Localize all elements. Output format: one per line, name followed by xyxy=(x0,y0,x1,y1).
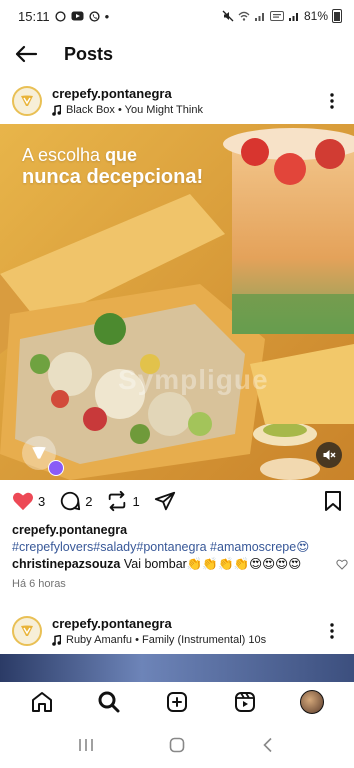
post-actions: 3 2 1 xyxy=(0,486,354,516)
back-icon[interactable] xyxy=(252,729,284,761)
bookmark-icon xyxy=(325,491,341,511)
system-nav-bar xyxy=(0,722,354,768)
watermark: Sympligue xyxy=(118,364,269,395)
caption-username[interactable]: crepefy.pontanegra xyxy=(12,522,348,539)
music-note-icon xyxy=(52,634,61,646)
profile-picture xyxy=(300,690,325,714)
send-button[interactable] xyxy=(154,490,176,512)
signal-icon xyxy=(254,10,266,22)
song-info[interactable]: Ruby Amanfu • Family (Instrumental) 10s xyxy=(52,634,322,646)
avatar[interactable] xyxy=(12,616,42,646)
mute-icon xyxy=(222,10,234,22)
signal-icon xyxy=(288,10,300,22)
more-options-icon[interactable] xyxy=(322,89,342,113)
create-post-icon[interactable] xyxy=(161,686,193,718)
like-count: 3 xyxy=(38,493,46,509)
volte-icon xyxy=(269,10,284,22)
reels-icon[interactable] xyxy=(229,686,261,718)
comment-icon xyxy=(61,491,81,511)
headline-line2: nunca decepciona! xyxy=(22,166,204,188)
send-icon xyxy=(154,491,175,511)
post-header: crepefy.pontanegra Black Box • You Might… xyxy=(0,78,354,124)
more-options-icon[interactable] xyxy=(322,619,342,643)
reel-badge-icon xyxy=(48,460,64,476)
comment-count: 2 xyxy=(85,493,93,509)
caption: crepefy.pontanegra #crepefylovers#salady… xyxy=(12,522,348,593)
notification-dot: • xyxy=(104,8,110,24)
post-time: Há 6 horas xyxy=(12,578,66,590)
status-time: 15:11 xyxy=(18,8,50,24)
recent-apps-icon[interactable] xyxy=(70,729,102,761)
avatar[interactable] xyxy=(12,86,42,116)
phone-icon xyxy=(88,10,100,22)
headline-bold: que xyxy=(105,145,138,165)
bottom-nav xyxy=(0,682,354,722)
song-label: Black Box • You Might Think xyxy=(66,104,203,116)
post-username[interactable]: crepefy.pontanegra xyxy=(52,86,322,101)
comment-preview[interactable]: christinepazsouza Vai bombar👏👏👏👏😍😍😍😍 xyxy=(12,556,348,573)
whatsapp-icon xyxy=(54,10,66,22)
mute-button[interactable] xyxy=(316,442,342,468)
heart-icon xyxy=(13,492,33,511)
save-button[interactable] xyxy=(324,490,342,512)
search-icon[interactable] xyxy=(93,686,125,718)
status-bar: 15:11 • 81% xyxy=(0,0,354,32)
back-arrow-icon[interactable] xyxy=(14,44,38,64)
image-headline: A escolha que nunca decepciona! xyxy=(22,144,203,188)
repost-button[interactable]: 1 xyxy=(106,490,140,512)
page-title: Posts xyxy=(64,43,114,64)
comment-button[interactable]: 2 xyxy=(59,490,92,512)
wifi-icon xyxy=(238,10,250,22)
next-post-header: crepefy.pontanegra Ruby Amanfu • Family … xyxy=(0,608,354,654)
song-info[interactable]: Black Box • You Might Think xyxy=(52,104,322,116)
speaker-muted-icon xyxy=(323,450,336,460)
next-post-username[interactable]: crepefy.pontanegra xyxy=(52,616,322,631)
next-song-label: Ruby Amanfu • Family (Instrumental) 10s xyxy=(66,634,267,646)
hashtags[interactable]: #crepefylovers#salady#pontanegra #amamos… xyxy=(12,539,348,556)
home-button-icon[interactable] xyxy=(161,729,193,761)
top-bar: Posts xyxy=(0,34,354,74)
battery-percent: 81% xyxy=(303,9,328,23)
comment-username[interactable]: christinepazsouza xyxy=(12,557,120,571)
home-icon[interactable] xyxy=(26,686,58,718)
repost-icon xyxy=(109,490,126,512)
youtube-icon xyxy=(71,11,84,21)
battery-icon xyxy=(332,9,342,23)
comment-text: Vai bombar👏👏👏👏😍😍😍😍 xyxy=(120,557,302,571)
music-note-icon xyxy=(52,104,61,116)
next-post-image[interactable] xyxy=(0,654,354,682)
comment-like-icon[interactable] xyxy=(336,559,348,570)
share-count: 1 xyxy=(132,493,140,509)
post-image[interactable]: A escolha que nunca decepciona! Sympligu… xyxy=(0,124,354,480)
profile-avatar[interactable] xyxy=(296,686,328,718)
like-button[interactable]: 3 xyxy=(12,491,45,511)
headline-pre: A escolha xyxy=(22,145,106,165)
